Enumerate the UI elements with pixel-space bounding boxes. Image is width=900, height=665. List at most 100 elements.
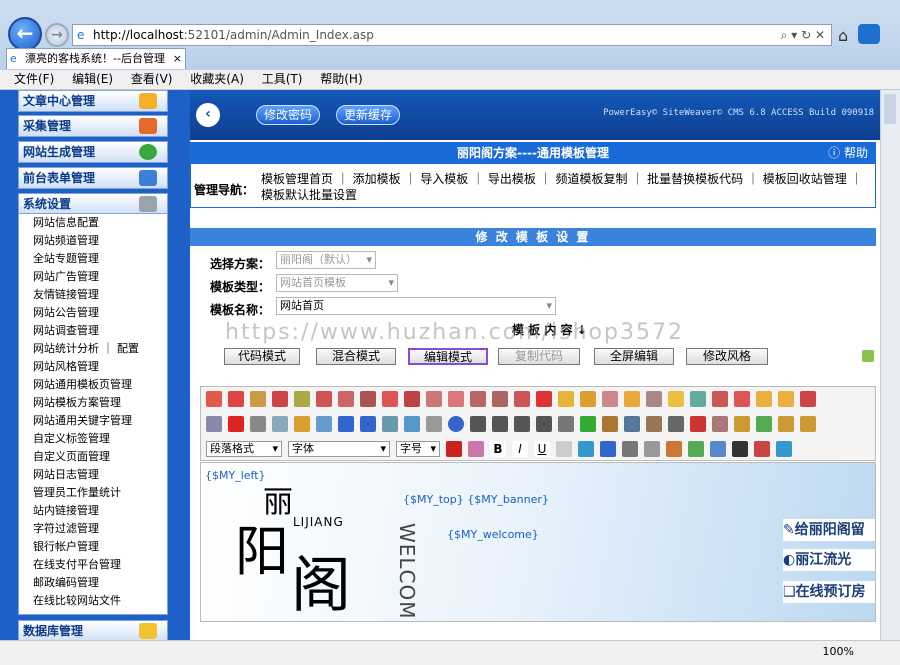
menu-help[interactable]: 帮助(H) xyxy=(320,72,362,86)
outdent-icon[interactable] xyxy=(624,416,640,432)
sidebar-item[interactable]: 友情链接管理 xyxy=(19,286,167,304)
search-refresh-icons[interactable]: ⌕ ▾ ↻ ✕ xyxy=(781,25,825,45)
sidebar-item[interactable]: 全站专题管理 xyxy=(19,250,167,268)
sidebar-item[interactable]: 网站调查管理 xyxy=(19,322,167,340)
menu-edit[interactable]: 编辑(E) xyxy=(72,72,113,86)
sidebar-item[interactable]: 邮政编码管理 xyxy=(19,574,167,592)
font-color-icon[interactable] xyxy=(446,441,462,457)
object-icon[interactable] xyxy=(800,391,816,407)
sidebar-item[interactable]: 网站风格管理 xyxy=(19,358,167,376)
edit-mode-button[interactable]: 编辑模式 xyxy=(408,348,488,365)
menu-favorites[interactable]: 收藏夹(A) xyxy=(190,72,244,86)
scheme-select[interactable]: 丽阳阁（默认） xyxy=(276,251,376,269)
cut-icon[interactable] xyxy=(250,416,266,432)
sidebar-item[interactable]: 站内链接管理 xyxy=(19,502,167,520)
browser-tab[interactable]: e 漂亮的客栈系统！--后台管理 × xyxy=(6,48,186,69)
print-icon[interactable] xyxy=(426,416,442,432)
extension-icon[interactable] xyxy=(858,24,880,44)
format-icon[interactable] xyxy=(338,391,354,407)
format-icon[interactable] xyxy=(272,391,288,407)
object-icon[interactable] xyxy=(778,391,794,407)
format-icon[interactable] xyxy=(470,391,486,407)
object-icon[interactable] xyxy=(756,391,772,407)
rule-icon[interactable] xyxy=(690,416,706,432)
form-icon[interactable] xyxy=(644,441,660,457)
sidebar-item[interactable]: 银行帐户管理 xyxy=(19,538,167,556)
fullscreen-edit-button[interactable]: 全屏编辑 xyxy=(594,348,674,365)
font-select[interactable]: 字体 xyxy=(288,441,390,457)
time-icon[interactable] xyxy=(734,416,750,432)
sidebar-section-articles[interactable]: 文章中心管理 xyxy=(18,90,168,112)
format-icon[interactable] xyxy=(514,391,530,407)
anchor-icon[interactable] xyxy=(800,416,816,432)
format-icon[interactable] xyxy=(228,391,244,407)
scrollbar-thumb[interactable] xyxy=(884,94,896,124)
page-scrollbar[interactable] xyxy=(880,90,900,640)
strike-icon[interactable] xyxy=(556,441,572,457)
sidebar-item[interactable]: 自定义页面管理 xyxy=(19,448,167,466)
sidebar-item[interactable]: 网站频道管理 xyxy=(19,232,167,250)
change-style-button[interactable]: 修改风格 xyxy=(686,348,768,365)
expand-icon[interactable] xyxy=(862,350,874,362)
sidebar-item[interactable]: 字符过滤管理 xyxy=(19,520,167,538)
delete-icon[interactable] xyxy=(228,416,244,432)
copy-icon[interactable] xyxy=(272,416,288,432)
format-icon[interactable] xyxy=(294,391,310,407)
format-icon[interactable] xyxy=(448,391,464,407)
format-icon[interactable] xyxy=(250,391,266,407)
object-icon[interactable] xyxy=(734,391,750,407)
flash-icon[interactable] xyxy=(688,441,704,457)
copy-code-button[interactable]: 复制代码 xyxy=(498,348,580,365)
object-icon[interactable] xyxy=(646,391,662,407)
help-link[interactable]: ⓘ 帮助 xyxy=(828,142,868,164)
nav-links[interactable]: 模板管理首页 ｜ 添加模板 ｜ 导入模板 ｜ 导出模板 ｜ 频道模板复制 ｜ 批… xyxy=(261,171,871,203)
help-icon[interactable] xyxy=(448,416,464,432)
select-icon[interactable] xyxy=(206,416,222,432)
format-icon[interactable] xyxy=(492,391,508,407)
zoom-level[interactable]: 100% xyxy=(823,645,854,658)
back-button[interactable]: ← xyxy=(8,17,42,51)
format-icon[interactable] xyxy=(316,391,332,407)
sidebar-section-generate[interactable]: 网站生成管理 xyxy=(18,141,168,163)
paragraph-select[interactable]: 段落格式 xyxy=(206,441,282,457)
redo-icon[interactable] xyxy=(360,416,376,432)
object-icon[interactable] xyxy=(712,391,728,407)
forward-button[interactable]: → xyxy=(45,23,69,47)
paste-icon[interactable] xyxy=(316,416,332,432)
format-icon[interactable] xyxy=(360,391,376,407)
home-icon[interactable]: ⌂ xyxy=(838,26,848,45)
rule-icon[interactable] xyxy=(668,416,684,432)
object-icon[interactable] xyxy=(690,391,706,407)
code-mode-button[interactable]: 代码模式 xyxy=(224,348,300,365)
eraser-icon[interactable] xyxy=(646,416,662,432)
collapse-sidebar-button[interactable]: ‹ xyxy=(196,103,220,127)
object-icon[interactable] xyxy=(580,391,596,407)
format-icon[interactable] xyxy=(382,391,398,407)
address-bar[interactable]: e http://localhost:52101/admin/Admin_Ind… xyxy=(72,24,832,46)
align-center-icon[interactable] xyxy=(492,416,508,432)
date-icon[interactable] xyxy=(712,416,728,432)
list-icon[interactable] xyxy=(580,416,596,432)
special-char-icon[interactable] xyxy=(776,441,792,457)
sidebar-section-database[interactable]: 数据库管理 xyxy=(18,620,168,642)
justify-icon[interactable] xyxy=(536,416,552,432)
editor-area[interactable]: {$MY_left} {$MY_top} {$MY_banner} {$MY_w… xyxy=(200,462,876,622)
size-select[interactable]: 字号 xyxy=(396,441,440,457)
calc-icon[interactable] xyxy=(404,416,420,432)
indent-icon[interactable] xyxy=(558,416,574,432)
menu-file[interactable]: 文件(F) xyxy=(14,72,54,86)
highlight-icon[interactable] xyxy=(468,441,484,457)
link-icon[interactable] xyxy=(778,416,794,432)
sidebar-item[interactable]: 在线比较网站文件 xyxy=(19,592,167,610)
ie-icon[interactable] xyxy=(578,441,594,457)
align-left-icon[interactable] xyxy=(470,416,486,432)
emotion-icon[interactable] xyxy=(754,441,770,457)
sidebar-section-settings[interactable]: 系统设置 xyxy=(18,193,168,215)
format-icon[interactable] xyxy=(536,391,552,407)
type-select[interactable]: 网站首页模板 xyxy=(276,274,398,292)
find-icon[interactable] xyxy=(382,416,398,432)
change-password-button[interactable]: 修改密码 xyxy=(256,105,320,125)
sidebar-item[interactable]: 网站模板方案管理 xyxy=(19,394,167,412)
object-icon[interactable] xyxy=(558,391,574,407)
object-icon[interactable] xyxy=(602,391,618,407)
